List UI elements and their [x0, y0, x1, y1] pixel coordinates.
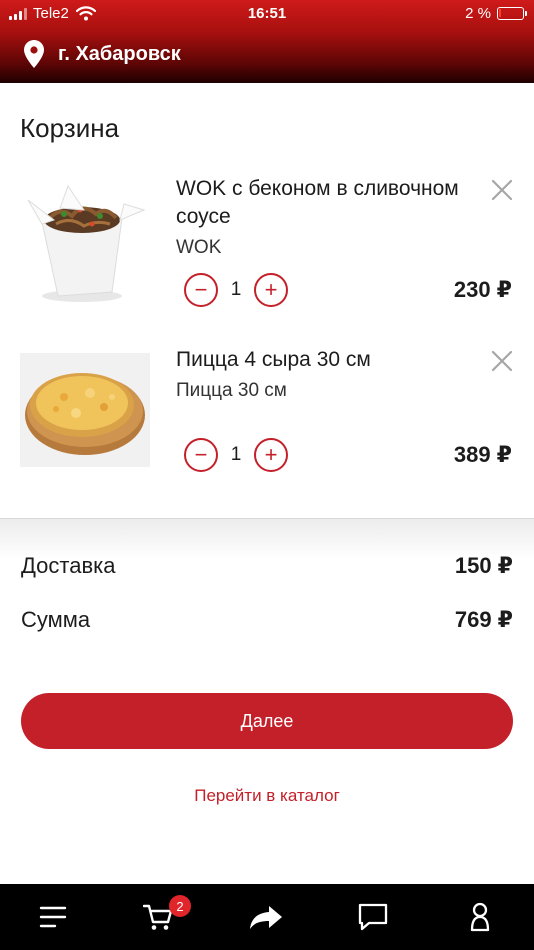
- item-category: WOK: [176, 237, 222, 258]
- increase-button[interactable]: +: [254, 273, 288, 307]
- delivery-row: Доставка 150 ₽: [21, 553, 513, 579]
- total-label: Сумма: [21, 607, 91, 632]
- chat-icon: [358, 903, 388, 931]
- item-category: Пицца 30 см: [176, 380, 287, 401]
- remove-item-button[interactable]: [489, 348, 515, 374]
- status-bar: Tele2 16:51 2 %: [0, 0, 534, 28]
- tab-profile[interactable]: [450, 884, 510, 950]
- battery-percent: 2 %: [465, 5, 491, 22]
- quantity-stepper: − 1 +: [184, 438, 288, 472]
- quantity-value: 1: [230, 279, 242, 300]
- share-icon: [250, 906, 282, 929]
- tab-menu[interactable]: [23, 884, 83, 950]
- city-selector[interactable]: г. Хабаровск: [24, 40, 181, 68]
- delivery-value: 150 ₽: [454, 553, 513, 578]
- tab-chat[interactable]: [343, 884, 403, 950]
- close-icon: [491, 350, 513, 372]
- delivery-label: Доставка: [21, 553, 116, 578]
- decrease-button[interactable]: −: [184, 438, 218, 472]
- item-price: 389 ₽: [453, 442, 512, 467]
- catalog-link[interactable]: Перейти в каталог: [0, 786, 534, 806]
- decrease-button[interactable]: −: [184, 273, 218, 307]
- location-pin-icon: [24, 40, 44, 68]
- item-name: WOK с беконом в сливочном соусе: [176, 177, 459, 228]
- page-title: Корзина: [20, 113, 120, 143]
- item-name: Пицца 4 сыра 30 см: [176, 348, 371, 371]
- wok-box-image: [20, 180, 150, 305]
- close-icon: [491, 179, 513, 201]
- tab-bar: [0, 884, 534, 950]
- header-bar: Tele2 16:51 2 % г. Хабаровск: [0, 0, 534, 83]
- tab-share[interactable]: [236, 884, 296, 950]
- next-button[interactable]: Далее: [21, 693, 513, 749]
- total-value: 769 ₽: [454, 607, 513, 632]
- profile-icon: [470, 902, 490, 932]
- item-price: 230 ₽: [453, 277, 512, 302]
- tab-cart[interactable]: [128, 884, 188, 950]
- clock: 16:51: [247, 5, 287, 22]
- pizza-image: [20, 353, 150, 467]
- cart-count-badge: 2: [169, 895, 191, 917]
- city-name: г. Хабаровск: [58, 42, 181, 65]
- total-row: Сумма 769 ₽: [21, 607, 513, 633]
- menu-icon: [39, 906, 67, 928]
- quantity-stepper: − 1 +: [184, 273, 288, 307]
- increase-button[interactable]: +: [254, 438, 288, 472]
- battery-icon: [497, 7, 527, 20]
- remove-item-button[interactable]: [489, 177, 515, 203]
- quantity-value: 1: [230, 444, 242, 465]
